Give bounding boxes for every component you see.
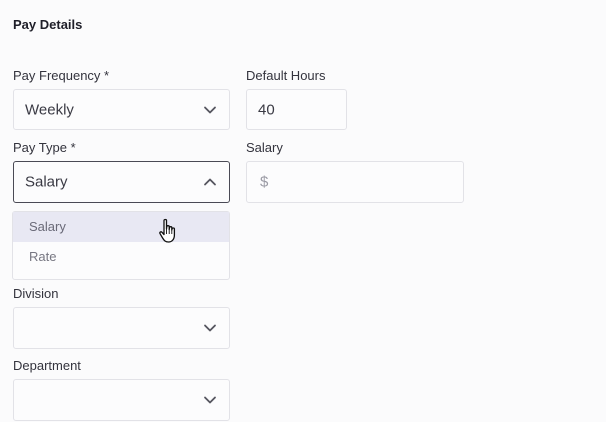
pay-type-option-salary[interactable]: Salary — [13, 212, 229, 242]
pay-type-label: Pay Type * — [13, 140, 76, 155]
pay-frequency-select[interactable]: Weekly — [13, 89, 230, 130]
pay-type-options-menu: Salary Rate — [12, 211, 230, 280]
pay-type-option-rate[interactable]: Rate — [13, 242, 229, 272]
default-hours-input[interactable]: 40 — [246, 89, 347, 130]
chevron-up-icon — [204, 178, 216, 186]
chevron-down-icon — [204, 324, 216, 332]
salary-label: Salary — [246, 140, 283, 155]
chevron-down-icon — [204, 396, 216, 404]
pay-type-select[interactable]: Salary — [13, 161, 230, 203]
pay-type-value: Salary — [25, 173, 68, 191]
section-title: Pay Details — [13, 17, 83, 32]
pay-details-form: Pay Details Pay Frequency * Weekly Defau… — [0, 0, 606, 422]
salary-input[interactable]: $ — [246, 161, 464, 203]
default-hours-value: 40 — [258, 101, 275, 118]
department-label: Department — [13, 358, 81, 373]
hand-pointer-icon — [159, 218, 176, 243]
default-hours-label: Default Hours — [246, 68, 326, 83]
pay-frequency-label: Pay Frequency * — [13, 68, 110, 83]
department-select[interactable] — [13, 379, 230, 421]
chevron-down-icon — [204, 106, 216, 113]
division-select[interactable] — [13, 307, 230, 349]
pay-frequency-value: Weekly — [25, 101, 74, 118]
salary-placeholder: $ — [260, 173, 269, 191]
division-label: Division — [13, 286, 59, 301]
